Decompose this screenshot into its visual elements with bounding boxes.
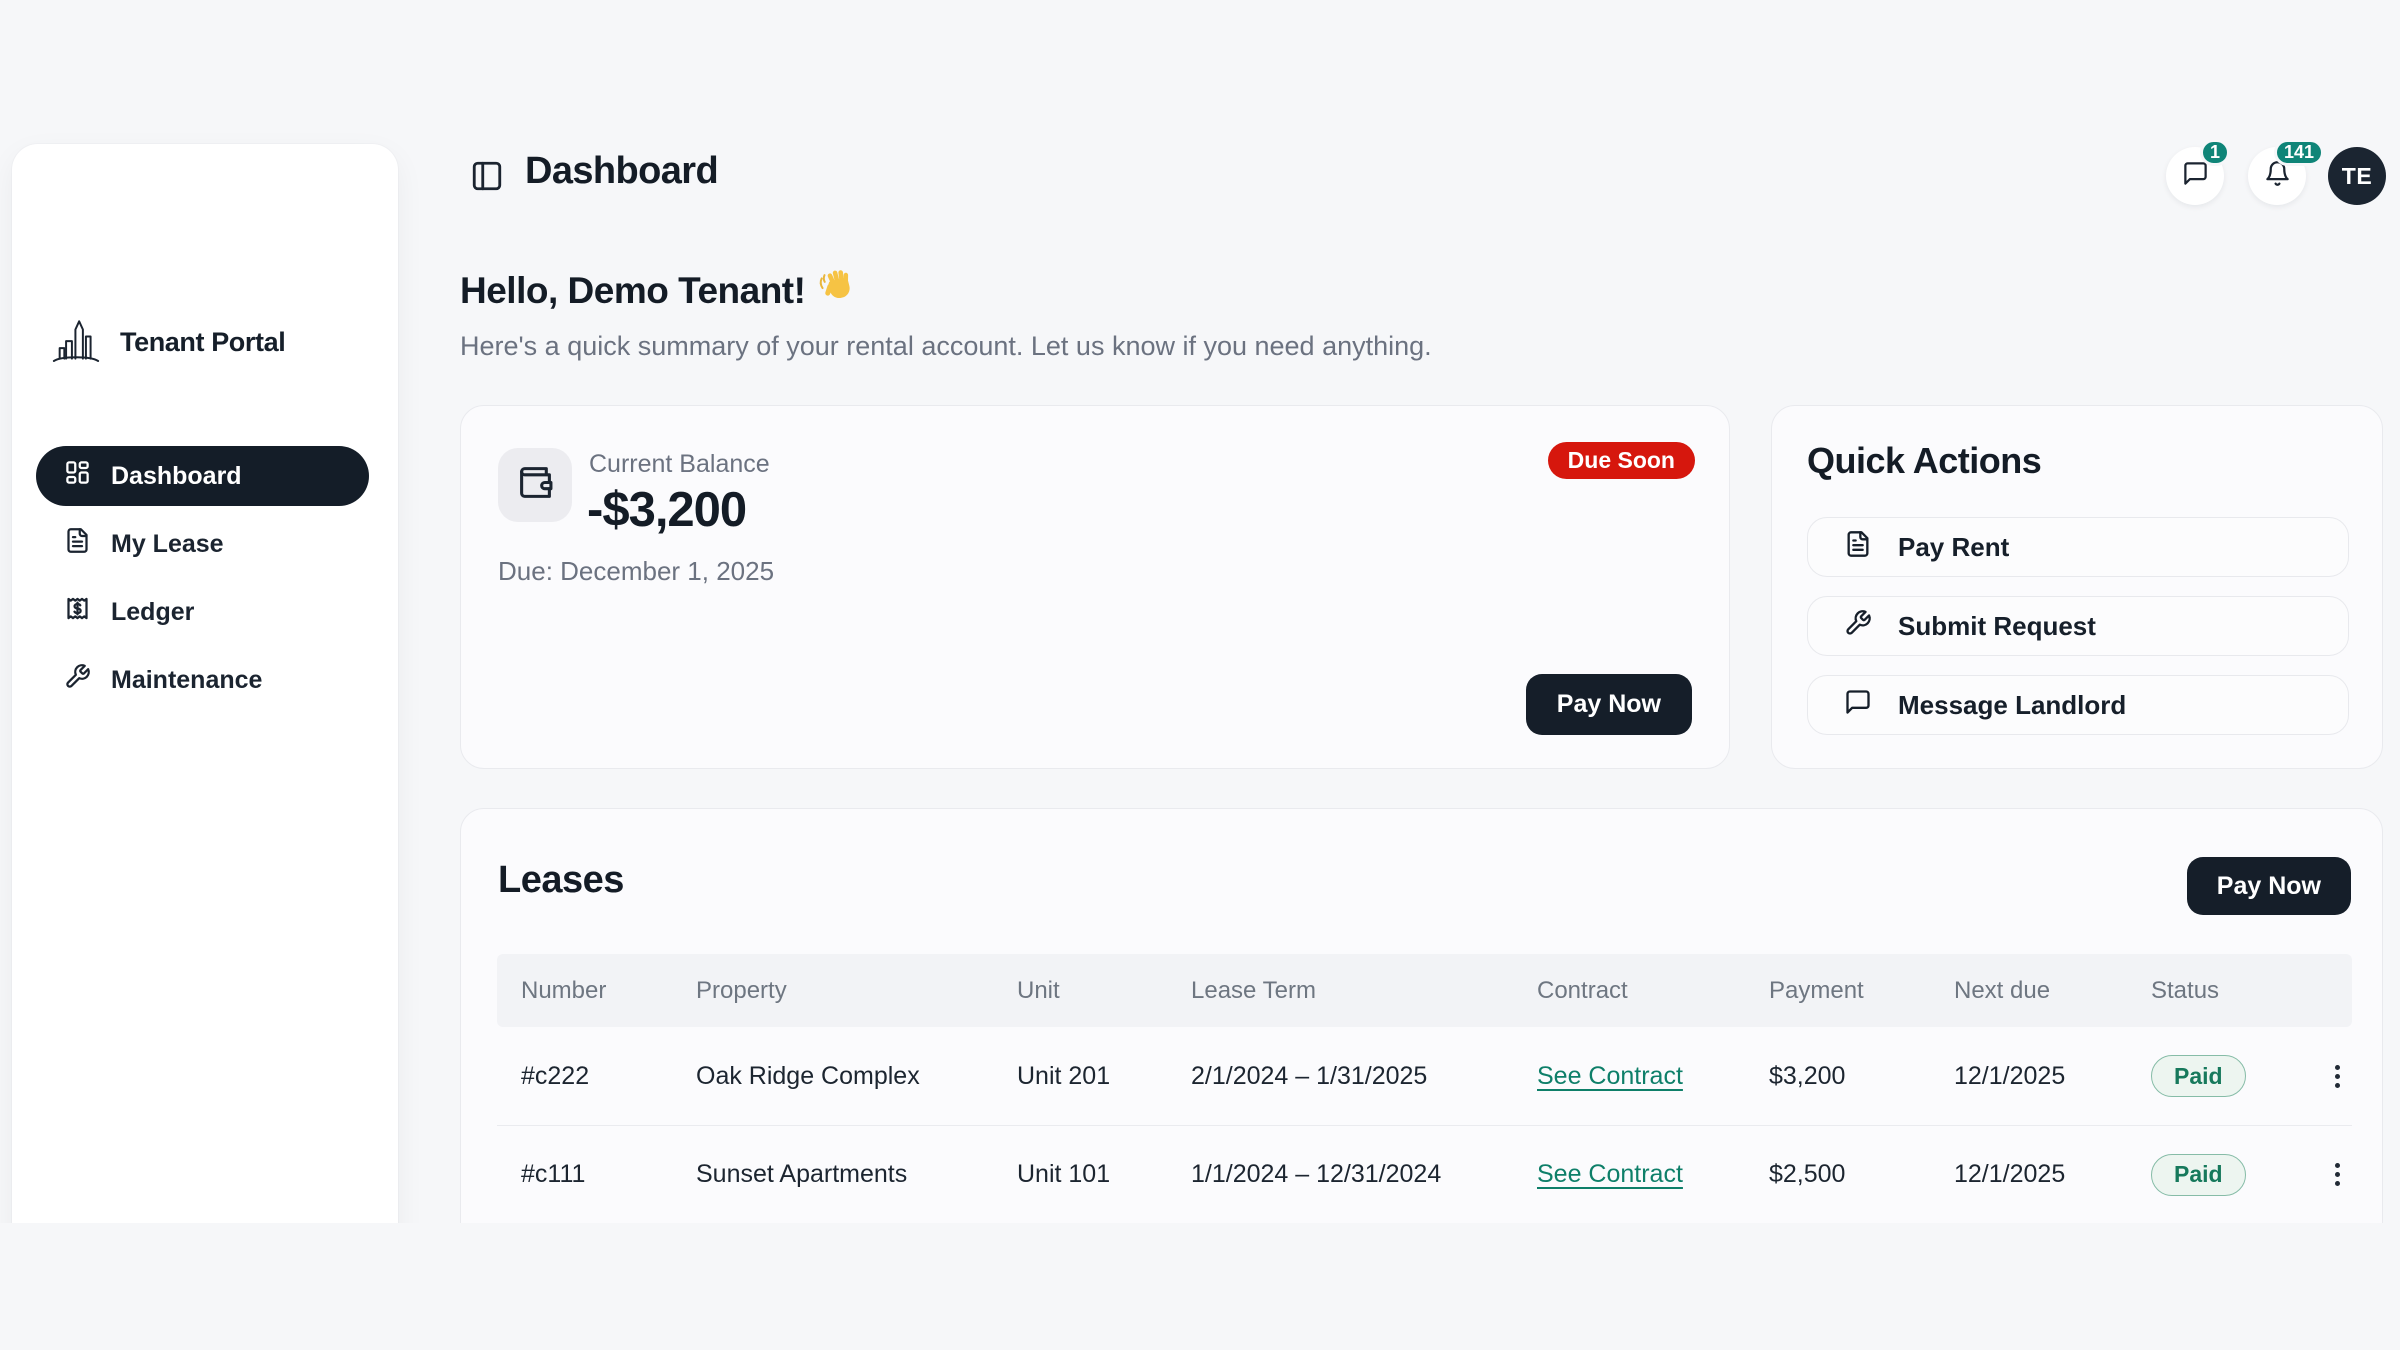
balance-card: Current Balance -$3,200 Due Soon Due: De… [460, 405, 1730, 769]
chat-icon [1844, 688, 1872, 723]
pay-now-button[interactable]: Pay Now [1526, 674, 1692, 735]
sidebar-item-dashboard[interactable]: Dashboard [36, 446, 369, 506]
table-row: #c222 Oak Ridge Complex Unit 201 2/1/202… [497, 1027, 2352, 1125]
sidebar-item-label: Maintenance [111, 666, 262, 695]
lease-number: #c222 [521, 1062, 696, 1091]
due-date-text: Due: December 1, 2025 [498, 556, 774, 587]
lease-payment: $2,500 [1769, 1160, 1954, 1189]
wallet-icon-tile [498, 448, 572, 522]
quick-actions-title: Quick Actions [1807, 440, 2041, 482]
lease-next-due: 12/1/2025 [1954, 1160, 2151, 1189]
wrench-icon [1844, 609, 1872, 644]
brand-name: Tenant Portal [120, 327, 285, 358]
notifications-count-badge: 141 [2274, 139, 2324, 166]
user-avatar[interactable]: TE [2328, 147, 2386, 205]
column-header-next-due: Next due [1954, 977, 2151, 1005]
brand: Tenant Portal [50, 312, 285, 373]
sidebar-item-label: Ledger [111, 598, 194, 627]
lease-number: #c111 [521, 1160, 696, 1189]
tenant-portal-app: { "brand": { "name": "Tenant Portal" }, … [0, 0, 2400, 1350]
leases-pay-now-button[interactable]: Pay Now [2187, 857, 2351, 915]
chat-icon [2182, 160, 2209, 192]
greeting-subtitle: Here's a quick summary of your rental ac… [460, 331, 1432, 362]
column-header-property: Property [696, 977, 1017, 1005]
submit-request-button[interactable]: Submit Request [1807, 596, 2349, 656]
pay-rent-button[interactable]: Pay Rent [1807, 517, 2349, 577]
quick-action-label: Pay Rent [1898, 532, 2009, 563]
greeting-section: Hello, Demo Tenant! Here's a quic [460, 266, 1432, 362]
page-title: Dashboard [525, 150, 718, 193]
greeting-heading: Hello, Demo Tenant! [460, 270, 805, 312]
lease-property: Sunset Apartments [696, 1160, 1017, 1189]
leases-table-header: Number Property Unit Lease Term Contract… [497, 954, 2352, 1027]
balance-amount: -$3,200 [587, 482, 746, 538]
lease-term: 2/1/2024 – 1/31/2025 [1191, 1062, 1537, 1091]
status-badge: Paid [2151, 1055, 2246, 1097]
waving-hand-emoji [817, 266, 857, 315]
quick-actions-list: Pay Rent Submit Request Message Landlord [1807, 517, 2349, 735]
notifications-button[interactable]: 141 [2248, 147, 2306, 205]
messages-button[interactable]: 1 [2166, 147, 2224, 205]
sidebar-toggle-button[interactable] [470, 159, 504, 193]
sidebar-item-maintenance[interactable]: Maintenance [36, 650, 369, 710]
column-header-payment: Payment [1769, 977, 1954, 1005]
lease-unit: Unit 101 [1017, 1160, 1191, 1189]
lease-term: 1/1/2024 – 12/31/2024 [1191, 1160, 1537, 1189]
wallet-icon [517, 464, 554, 506]
sidebar-nav: Dashboard My Lease [36, 446, 369, 710]
lease-payment: $3,200 [1769, 1062, 1954, 1091]
see-contract-link[interactable]: See Contract [1537, 1160, 1683, 1188]
due-soon-badge: Due Soon [1548, 442, 1695, 479]
receipt-icon [64, 595, 91, 629]
quick-actions-card: Quick Actions Pay Rent Submit Request [1771, 405, 2383, 769]
row-menu-button[interactable] [2335, 1163, 2352, 1186]
column-header-lease-term: Lease Term [1191, 977, 1537, 1005]
sidebar-item-label: Dashboard [111, 462, 242, 491]
column-header-number: Number [521, 977, 696, 1005]
status-badge: Paid [2151, 1154, 2246, 1196]
message-landlord-button[interactable]: Message Landlord [1807, 675, 2349, 735]
document-icon [64, 527, 91, 561]
balance-label: Current Balance [589, 450, 770, 479]
quick-action-label: Submit Request [1898, 611, 2096, 642]
buildings-logo-icon [50, 312, 102, 373]
leases-title: Leases [498, 859, 624, 902]
leases-table-body: #c222 Oak Ridge Complex Unit 201 2/1/202… [497, 1027, 2352, 1223]
column-header-contract: Contract [1537, 977, 1769, 1005]
messages-count-badge: 1 [2200, 139, 2230, 166]
leases-card: Leases Pay Now Number Property Unit Leas… [460, 808, 2383, 1223]
lease-next-due: 12/1/2025 [1954, 1062, 2151, 1091]
lease-unit: Unit 201 [1017, 1062, 1191, 1091]
sidebar-item-ledger[interactable]: Ledger [36, 582, 369, 642]
sidebar-item-my-lease[interactable]: My Lease [36, 514, 369, 574]
quick-action-label: Message Landlord [1898, 690, 2126, 721]
row-menu-button[interactable] [2335, 1065, 2352, 1088]
lease-property: Oak Ridge Complex [696, 1062, 1017, 1091]
dashboard-grid-icon [64, 459, 91, 493]
app-viewport: Tenant Portal Dashboard [0, 0, 2400, 1223]
document-icon [1844, 530, 1872, 565]
sidebar-item-label: My Lease [111, 530, 224, 559]
column-header-status: Status [2151, 977, 2291, 1005]
column-header-unit: Unit [1017, 977, 1191, 1005]
sidebar: Tenant Portal Dashboard [12, 144, 398, 1223]
wrench-icon [64, 663, 91, 697]
see-contract-link[interactable]: See Contract [1537, 1062, 1683, 1090]
table-row: #c111 Sunset Apartments Unit 101 1/1/202… [497, 1125, 2352, 1223]
